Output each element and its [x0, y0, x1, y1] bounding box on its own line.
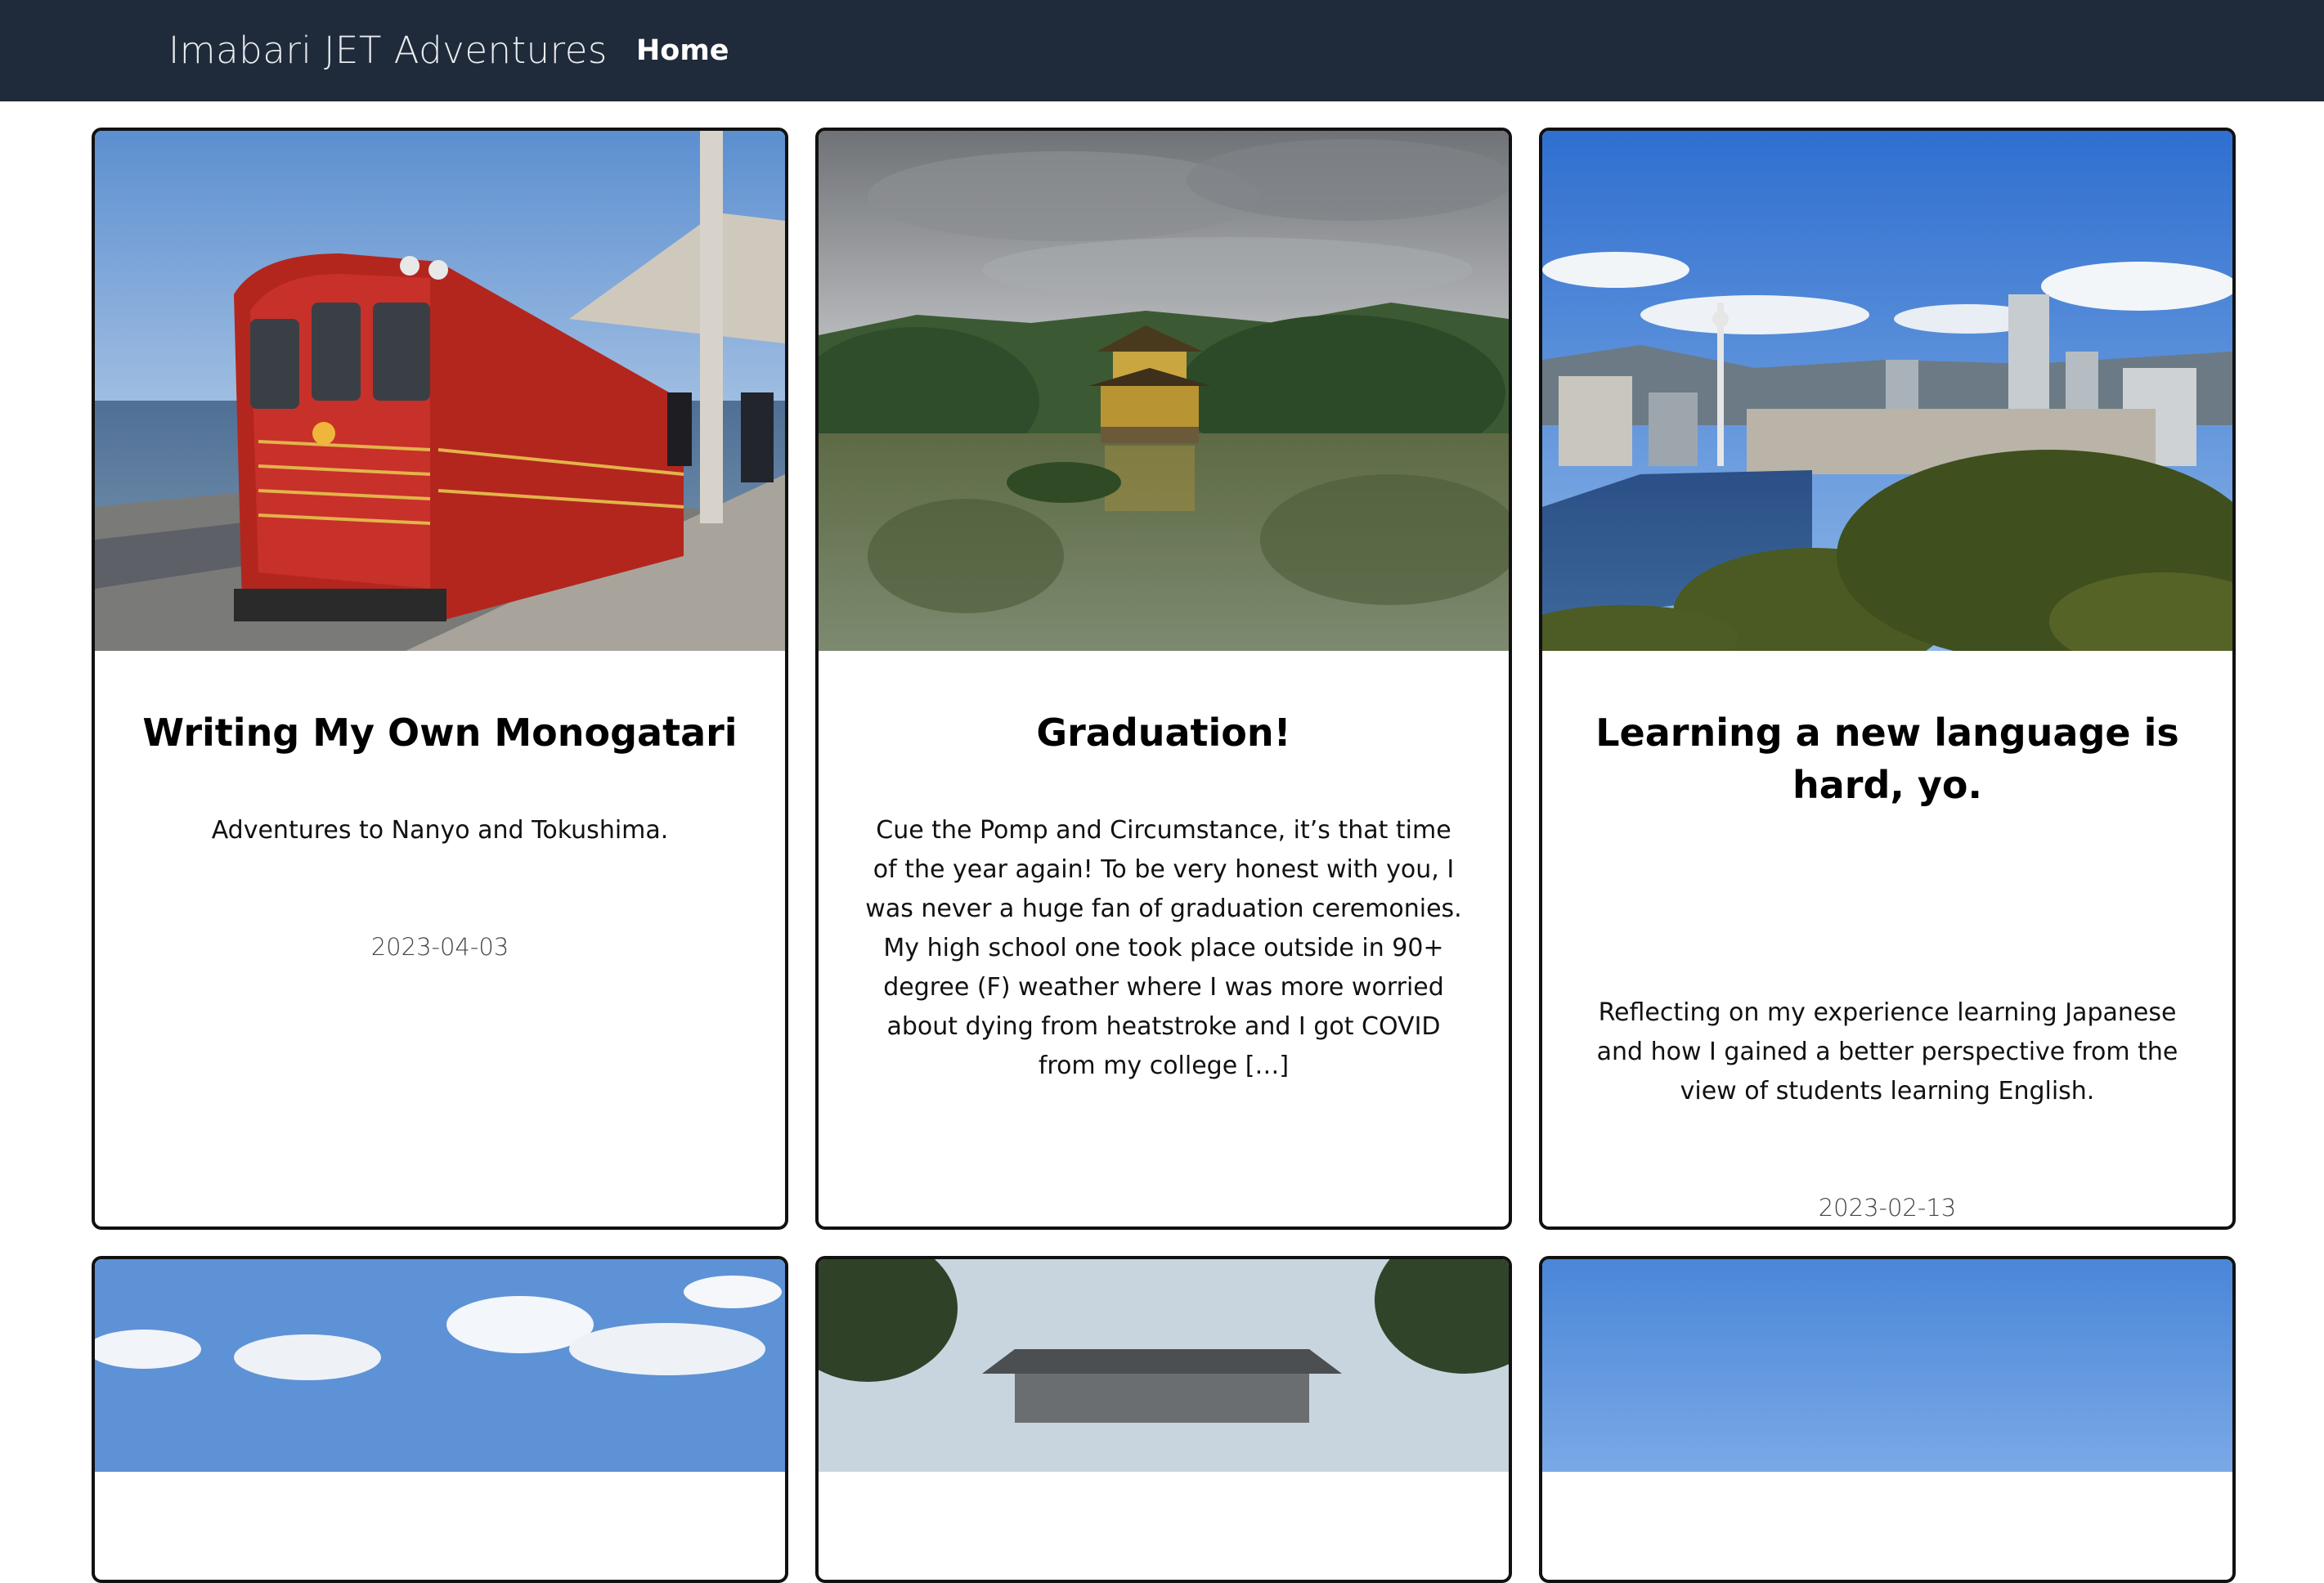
post-card[interactable] — [92, 1256, 788, 1583]
post-date: 2023-04-03 — [370, 933, 509, 961]
post-card[interactable] — [815, 1256, 1512, 1583]
post-image-golden-pavilion[interactable] — [819, 131, 1509, 651]
site-brand[interactable]: Imabari JET Adventures — [168, 25, 608, 77]
post-image-blue-sky[interactable] — [1542, 1259, 2232, 1472]
post-card[interactable]: Writing My Own Monogatari Adventures to … — [92, 128, 788, 1230]
post-image-sky-clouds[interactable] — [95, 1259, 785, 1472]
post-summary: Reflecting on my experience learning Jap… — [1596, 998, 2178, 1105]
post-image-temple-roof[interactable] — [819, 1259, 1509, 1472]
post-summary: Adventures to Nanyo and Tokushima. — [211, 816, 669, 845]
navbar: Imabari JET Adventures Home — [0, 0, 2324, 101]
post-image-train[interactable] — [95, 131, 785, 651]
post-title[interactable]: Learning a new language is hard, yo. — [1575, 706, 2200, 811]
post-card[interactable]: Learning a new language is hard, yo. Ref… — [1539, 128, 2236, 1230]
post-summary: Cue the Pomp and Circumstance, it’s that… — [865, 816, 1462, 1080]
post-card[interactable] — [1539, 1256, 2236, 1583]
nav-link-home[interactable]: Home — [636, 29, 729, 72]
post-title[interactable]: Graduation! — [851, 706, 1476, 759]
post-card[interactable]: Graduation! Cue the Pomp and Circumstanc… — [815, 128, 1512, 1230]
post-title[interactable]: Writing My Own Monogatari — [128, 706, 752, 759]
post-image-city[interactable] — [1542, 131, 2232, 651]
post-date: 2023-02-13 — [1818, 1194, 1957, 1222]
